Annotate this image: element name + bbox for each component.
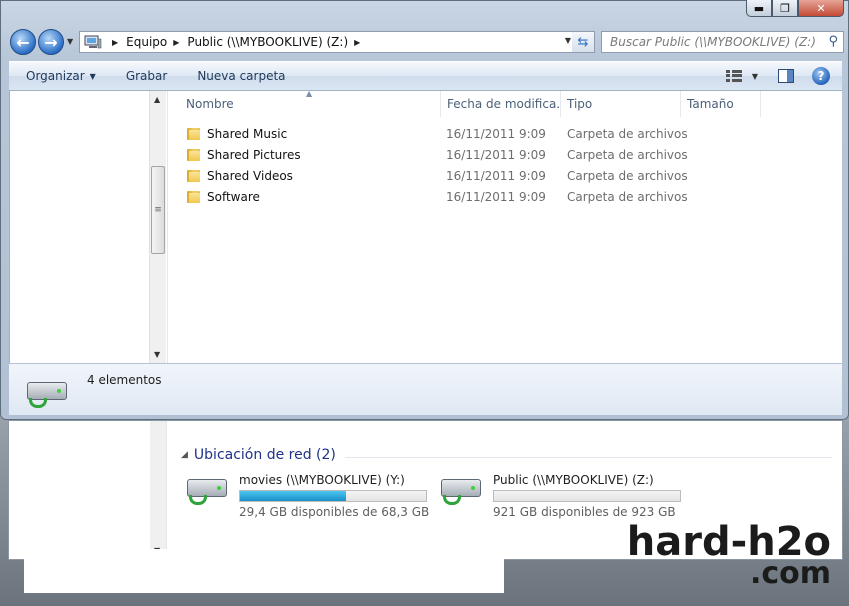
drive-free-space: 29,4 GB disponibles de 68,3 GB <box>239 505 430 519</box>
column-header-name[interactable]: Nombre ▲ <box>168 91 441 117</box>
breadcrumb-separator-icon[interactable]: ▶ <box>173 38 179 47</box>
file-name: Shared Pictures <box>207 147 301 162</box>
burn-button[interactable]: Grabar <box>126 69 168 83</box>
file-type: Carpeta de archivos <box>567 189 688 204</box>
preview-pane-icon[interactable] <box>778 69 794 83</box>
network-drive-icon <box>185 473 231 515</box>
content-area: ▲ ≡ ▼ Nombre ▲ Fecha de modifica... Tipo… <box>9 91 842 363</box>
address-bar[interactable]: ▶ Equipo ▶ Public (\\MYBOOKLIVE) (Z:) ▶ … <box>79 31 576 53</box>
organize-label: Organizar <box>26 69 85 83</box>
header-divider <box>345 457 832 458</box>
column-date-label: Fecha de modifica... <box>447 97 561 111</box>
items-count: 4 elementos <box>87 373 162 387</box>
navigation-scrollbar[interactable]: ▲ ≡ ▼ <box>149 91 166 363</box>
network-locations-header[interactable]: ◢ Ubicación de red (2) <box>181 447 336 463</box>
new-folder-label: Nueva carpeta <box>197 69 286 83</box>
column-name-label: Nombre <box>186 97 234 111</box>
search-icon[interactable]: ⚲ <box>828 34 838 49</box>
file-list: Nombre ▲ Fecha de modifica... Tipo Tamañ… <box>168 91 842 363</box>
sort-ascending-icon: ▲ <box>306 91 313 98</box>
column-headers: Nombre ▲ Fecha de modifica... Tipo Tamañ… <box>168 91 842 117</box>
network-drive-icon <box>25 376 71 410</box>
table-row[interactable]: Shared Pictures 16/11/2011 9:09 Carpeta … <box>186 144 688 165</box>
table-row[interactable]: Software 16/11/2011 9:09 Carpeta de arch… <box>186 186 688 207</box>
minimize-button[interactable]: ▬ <box>746 0 772 17</box>
view-options-dropdown-icon[interactable]: ▼ <box>752 72 758 81</box>
command-bar: Organizar ▼ Grabar Nueva carpeta ▼ ? <box>9 61 842 91</box>
chevron-down-icon: ▼ <box>89 71 96 81</box>
file-name: Shared Music <box>207 126 288 141</box>
breadcrumb-separator-icon[interactable]: ▶ <box>354 38 360 47</box>
refresh-icon: ⇆ <box>577 34 589 50</box>
breadcrumb-public[interactable]: Public (\\MYBOOKLIVE) (Z:) <box>187 35 348 49</box>
file-type: Carpeta de archivos <box>567 168 688 183</box>
file-name: Shared Videos <box>207 168 293 183</box>
burn-label: Grabar <box>125 69 168 83</box>
scrollbar-thumb[interactable]: ≡ <box>151 166 165 254</box>
view-controls: ▼ ? <box>725 67 830 85</box>
drive-name: movies (\\MYBOOKLIVE) (Y:) <box>239 473 405 487</box>
address-dropdown-icon[interactable]: ▼ <box>565 36 571 45</box>
file-date: 16/11/2011 9:09 <box>446 189 546 204</box>
back-button[interactable]: ← <box>10 29 36 55</box>
explorer-window: ▬ ❐ ✕ ← → ▼ ▶ Equipo ▶ Public (\\MYBOOKL… <box>0 0 849 420</box>
close-button[interactable]: ✕ <box>798 0 844 17</box>
drive-usage-fill <box>240 491 347 501</box>
scroll-down-arrow-icon[interactable]: ▼ <box>154 350 160 359</box>
breadcrumb-separator-icon[interactable]: ▶ <box>112 38 118 47</box>
file-type: Carpeta de archivos <box>567 126 688 141</box>
drive-public[interactable]: Public (\\MYBOOKLIVE) (Z:) 921 GB dispon… <box>439 473 681 519</box>
blank-panel <box>24 549 504 593</box>
watermark-logo: hard-h2o .com <box>626 518 831 589</box>
search-placeholder: Buscar Public (\\MYBOOKLIVE) (Z:) <box>610 35 816 49</box>
scroll-up-arrow-icon[interactable]: ▲ <box>154 95 160 104</box>
computer-icon <box>84 35 102 49</box>
column-header-type[interactable]: Tipo <box>561 91 681 117</box>
drive-name: Public (\\MYBOOKLIVE) (Z:) <box>493 473 654 487</box>
drive-free-space: 921 GB disponibles de 923 GB <box>493 505 676 519</box>
background-scrollbar[interactable]: ▼ <box>150 421 166 559</box>
drive-usage-bar <box>493 490 681 502</box>
drive-movies[interactable]: movies (\\MYBOOKLIVE) (Y:) 29,4 GB dispo… <box>185 473 429 519</box>
column-type-label: Tipo <box>567 97 593 111</box>
maximize-button[interactable]: ❐ <box>772 0 798 17</box>
background-navigation-pane: ▼ <box>9 421 167 559</box>
collapse-triangle-icon[interactable]: ◢ <box>181 450 188 460</box>
column-header-date[interactable]: Fecha de modifica... <box>441 91 561 117</box>
new-folder-button[interactable]: Nueva carpeta <box>197 69 285 83</box>
recent-pages-dropdown-icon[interactable]: ▼ <box>67 37 73 46</box>
file-type: Carpeta de archivos <box>567 147 688 162</box>
network-locations-label: Ubicación de red (2) <box>193 447 336 463</box>
search-input[interactable]: Buscar Public (\\MYBOOKLIVE) (Z:) ⚲ <box>601 31 844 53</box>
watermark-line1: hard-h2o <box>626 518 831 565</box>
refresh-button[interactable]: ⇆ <box>572 31 595 53</box>
arrow-right-icon: → <box>44 32 58 52</box>
column-header-size[interactable]: Tamaño <box>681 91 761 117</box>
folder-icon <box>186 190 202 204</box>
table-row[interactable]: Shared Videos 16/11/2011 9:09 Carpeta de… <box>186 165 688 186</box>
details-pane: 4 elementos <box>9 363 842 415</box>
organize-button[interactable]: Organizar ▼ <box>26 69 96 83</box>
file-name: Software <box>207 189 260 204</box>
folder-icon <box>186 169 202 183</box>
navigation-bar: ← → ▼ ▶ Equipo ▶ Public (\\MYBOOKLIVE) (… <box>9 28 844 56</box>
forward-button[interactable]: → <box>38 29 64 55</box>
change-view-icon[interactable] <box>725 70 742 82</box>
breadcrumb-equipo[interactable]: Equipo <box>126 35 167 49</box>
caption-buttons: ▬ ❐ ✕ <box>746 0 844 17</box>
folder-icon <box>186 148 202 162</box>
background-explorer-window: ▼ ◢ Ubicación de red (2) movies (\\MYBOO… <box>0 412 849 606</box>
file-date: 16/11/2011 9:09 <box>446 126 546 141</box>
file-date: 16/11/2011 9:09 <box>446 168 546 183</box>
arrow-left-icon: ← <box>16 32 30 52</box>
folder-icon <box>186 127 202 141</box>
navigation-pane: ▲ ≡ ▼ <box>10 91 168 363</box>
help-icon[interactable]: ? <box>812 67 830 85</box>
drive-usage-bar <box>239 490 427 502</box>
file-date: 16/11/2011 9:09 <box>446 147 546 162</box>
network-drive-icon <box>439 473 485 515</box>
column-size-label: Tamaño <box>687 97 734 111</box>
table-row[interactable]: Shared Music 16/11/2011 9:09 Carpeta de … <box>186 123 688 144</box>
